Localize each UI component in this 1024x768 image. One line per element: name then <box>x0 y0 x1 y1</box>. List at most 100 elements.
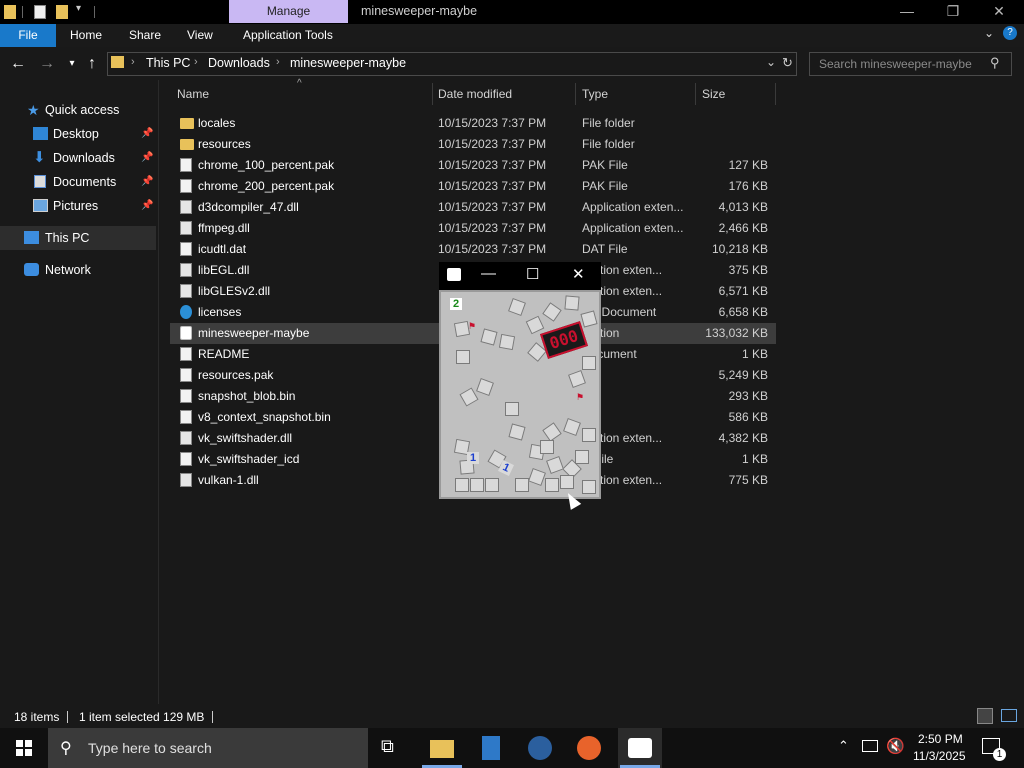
steam-icon[interactable] <box>528 736 552 760</box>
task-view-icon[interactable]: ⧉ <box>381 736 405 760</box>
game-tile[interactable] <box>505 402 519 416</box>
search-icon[interactable]: ⚲ <box>990 55 1000 71</box>
breadcrumb-downloads[interactable]: Downloads <box>208 56 270 70</box>
game-tile[interactable] <box>515 478 529 492</box>
sidebar-item-desktop[interactable]: Desktop 📌 <box>0 122 156 146</box>
clock-date[interactable]: 11/3/2025 <box>913 749 966 763</box>
sidebar-item-documents[interactable]: Documents 📌 <box>0 170 156 194</box>
large-icons-view-icon[interactable] <box>1001 709 1017 722</box>
game-tile[interactable] <box>582 480 596 494</box>
file-row[interactable]: icudtl.dat 10/15/2023 7:37 PM DAT File 10,2… <box>170 239 776 260</box>
network-icon[interactable] <box>862 740 878 752</box>
expand-ribbon-icon[interactable]: ⌄ <box>984 26 994 40</box>
restore-icon[interactable]: ❐ <box>930 0 976 24</box>
game-minimize-icon[interactable]: — <box>481 265 496 282</box>
game-tile[interactable] <box>582 356 596 370</box>
selection-info: 1 item selected 129 MB <box>79 710 205 724</box>
tab-file[interactable]: File <box>0 24 56 47</box>
customize-toolbar-icon[interactable]: ▾ <box>76 3 81 14</box>
column-header-size[interactable]: Size <box>702 87 725 101</box>
forward-icon[interactable]: → <box>37 53 57 75</box>
pin-icon[interactable]: 📌 <box>141 146 153 170</box>
column-header-date[interactable]: Date modified <box>438 87 512 101</box>
sidebar-item-network[interactable]: Network <box>0 258 156 282</box>
game-tile[interactable] <box>456 350 470 364</box>
column-divider[interactable] <box>695 83 696 105</box>
sidebar-item-this-pc[interactable]: This PC <box>0 226 156 250</box>
file-type: File folder <box>582 116 635 130</box>
file-row[interactable]: d3dcompiler_47.dll 10/15/2023 7:37 PM Appl… <box>170 197 776 218</box>
chevron-up-icon[interactable]: ⌃ <box>838 738 849 754</box>
pin-icon[interactable]: 📌 <box>141 194 153 218</box>
column-header-name[interactable]: Name <box>177 87 209 101</box>
properties-icon[interactable] <box>34 5 46 19</box>
file-type: DAT File <box>582 242 628 256</box>
game-tile[interactable] <box>455 478 469 492</box>
file-row[interactable]: chrome_100_percent.pak 10/15/2023 7:37 PM… <box>170 155 776 176</box>
new-folder-icon[interactable] <box>56 5 68 19</box>
game-tile[interactable] <box>470 478 484 492</box>
game-tile[interactable] <box>485 478 499 492</box>
calculator-icon[interactable] <box>482 736 500 760</box>
close-icon[interactable]: ✕ <box>976 0 1022 24</box>
taskbar-search-placeholder: Type here to search <box>88 740 212 756</box>
breadcrumb-this-pc[interactable]: This PC <box>146 56 190 70</box>
file-row[interactable]: ffmpeg.dll 10/15/2023 7:37 PM Application … <box>170 218 776 239</box>
game-tile[interactable] <box>560 475 574 489</box>
sidebar-item-quick-access[interactable]: ★ Quick access <box>0 98 156 122</box>
quick-access-folder-icon[interactable] <box>4 5 16 19</box>
pin-icon[interactable]: 📌 <box>141 122 153 146</box>
tab-application-tools[interactable]: Application Tools <box>243 24 333 47</box>
game-tile[interactable] <box>564 295 580 311</box>
firefox-icon[interactable] <box>577 736 601 760</box>
help-icon[interactable]: ? <box>1003 26 1017 40</box>
column-divider[interactable] <box>432 83 433 105</box>
tab-home[interactable]: Home <box>70 24 102 47</box>
column-divider[interactable] <box>775 83 776 105</box>
file-row[interactable]: chrome_200_percent.pak 10/15/2023 7:37 PM… <box>170 176 776 197</box>
game-tile[interactable] <box>540 440 554 454</box>
file-size: 293 KB <box>728 389 768 403</box>
tab-share[interactable]: Share <box>129 24 161 47</box>
pin-icon[interactable]: 📌 <box>141 170 153 194</box>
game-tile[interactable] <box>575 450 589 464</box>
number-tile[interactable]: 2 <box>450 298 462 310</box>
breadcrumb-current[interactable]: minesweeper-maybe <box>290 56 406 70</box>
manage-tab[interactable]: Manage <box>229 0 348 23</box>
file-name: resources.pak <box>198 368 274 382</box>
sidebar-item-label: Quick access <box>45 103 120 117</box>
volume-muted-icon[interactable]: 🔇 <box>886 737 905 755</box>
file-explorer-icon[interactable] <box>430 740 454 758</box>
game-tile[interactable] <box>582 428 596 442</box>
clock-time[interactable]: 2:50 PM <box>918 732 963 746</box>
file-name: libGLESv2.dll <box>198 284 271 298</box>
file-name: minesweeper-maybe <box>198 326 310 340</box>
back-icon[interactable]: ← <box>8 53 28 75</box>
pictures-icon <box>33 199 48 212</box>
window-title: minesweeper-maybe <box>361 4 478 18</box>
file-row[interactable]: resources 10/15/2023 7:37 PM File folder <box>170 134 776 155</box>
sidebar-item-pictures[interactable]: Pictures 📌 <box>0 194 156 218</box>
minimize-icon[interactable]: — <box>884 0 930 24</box>
file-row[interactable]: locales 10/15/2023 7:37 PM File folder <box>170 113 776 134</box>
recent-locations-icon[interactable]: ▾ <box>62 53 82 75</box>
file-size: 1 KB <box>741 347 768 361</box>
folder-icon <box>180 118 194 129</box>
chevron-down-icon[interactable]: ⌄ <box>766 55 776 69</box>
refresh-icon[interactable]: ↻ <box>782 55 793 71</box>
details-view-icon[interactable] <box>977 708 993 724</box>
game-tile[interactable] <box>498 333 516 351</box>
number-tile[interactable]: 1 <box>467 452 479 464</box>
file-icon <box>180 368 192 382</box>
sidebar-item-downloads[interactable]: ⬇ Downloads 📌 <box>0 146 156 170</box>
game-close-icon[interactable]: ✕ <box>572 265 585 283</box>
up-icon[interactable]: ↑ <box>82 53 102 75</box>
column-divider[interactable] <box>575 83 576 105</box>
game-maximize-icon[interactable]: ☐ <box>526 265 539 283</box>
tab-view[interactable]: View <box>187 24 213 47</box>
json-icon <box>180 452 192 466</box>
start-icon[interactable] <box>16 740 32 756</box>
column-header-type[interactable]: Type <box>582 87 608 101</box>
game-tile[interactable] <box>545 478 559 492</box>
file-size: 775 KB <box>728 473 768 487</box>
